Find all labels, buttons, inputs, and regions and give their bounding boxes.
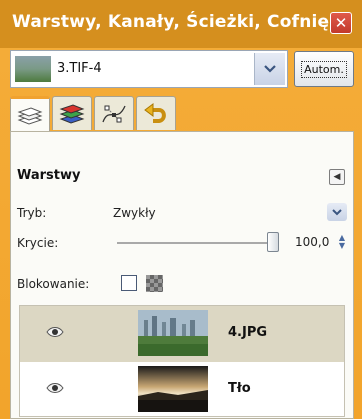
undo-icon [144, 102, 166, 123]
layers-panel: Warstwy ◀ Tryb: Zwykły Krycie: 100,0 ▲ ▼ … [10, 131, 354, 419]
image-selector-value: 3.TIF-4 [57, 61, 102, 76]
image-thumbnail [15, 56, 51, 82]
spin-arrows-icon[interactable]: ▲ ▼ [337, 234, 347, 252]
eye-icon[interactable] [46, 382, 64, 394]
layer-row[interactable]: Tło [20, 362, 344, 418]
tab-undo[interactable] [136, 96, 176, 130]
lock-pixels-checkbox[interactable] [121, 275, 137, 291]
chevron-down-icon[interactable] [254, 53, 285, 85]
close-icon: ✕ [334, 14, 348, 32]
close-button[interactable]: ✕ [330, 12, 352, 34]
title-bar[interactable]: Warstwy, Kanały, Ścieżki, Cofnię... ✕ [0, 0, 362, 48]
opacity-slider-handle[interactable] [267, 232, 279, 252]
layer-list: 4.JPG Tło [19, 305, 345, 417]
mode-select[interactable]: Zwykły [113, 206, 156, 220]
triangle-left-icon: ◀ [333, 172, 341, 182]
layer-thumbnail [138, 310, 208, 356]
lock-label: Blokowanie: [17, 277, 90, 291]
opacity-label: Krycie: [17, 236, 59, 250]
window-title: Warstwy, Kanały, Ścieżki, Cofnię... [12, 12, 350, 32]
lock-alpha-checkerboard-icon[interactable] [146, 275, 163, 292]
dock-tabs [10, 96, 354, 132]
tab-layers[interactable] [10, 96, 50, 132]
opacity-slider-track[interactable] [117, 242, 271, 244]
auto-button-label: Autom. [301, 60, 347, 78]
eye-icon[interactable] [46, 326, 64, 338]
chevron-down-icon[interactable] [327, 203, 347, 221]
auto-button[interactable]: Autom. [294, 51, 354, 87]
layer-name[interactable]: Tło [228, 381, 251, 396]
panel-menu-button[interactable]: ◀ [329, 169, 345, 185]
opacity-value[interactable]: 100,0 [295, 235, 329, 249]
layer-thumbnail [138, 366, 208, 412]
image-selector[interactable]: 3.TIF-4 [10, 50, 288, 88]
channels-icon [59, 103, 85, 124]
mode-label: Tryb: [17, 206, 47, 220]
tab-paths[interactable] [94, 96, 134, 130]
layers-icon [17, 106, 43, 125]
paths-icon [102, 105, 126, 122]
dock-window: Warstwy, Kanały, Ścieżki, Cofnię... ✕ 3.… [0, 0, 362, 419]
layer-name[interactable]: 4.JPG [228, 325, 267, 340]
panel-title: Warstwy [17, 168, 81, 183]
tab-channels[interactable] [52, 96, 92, 130]
layer-row[interactable]: 4.JPG [20, 306, 344, 362]
